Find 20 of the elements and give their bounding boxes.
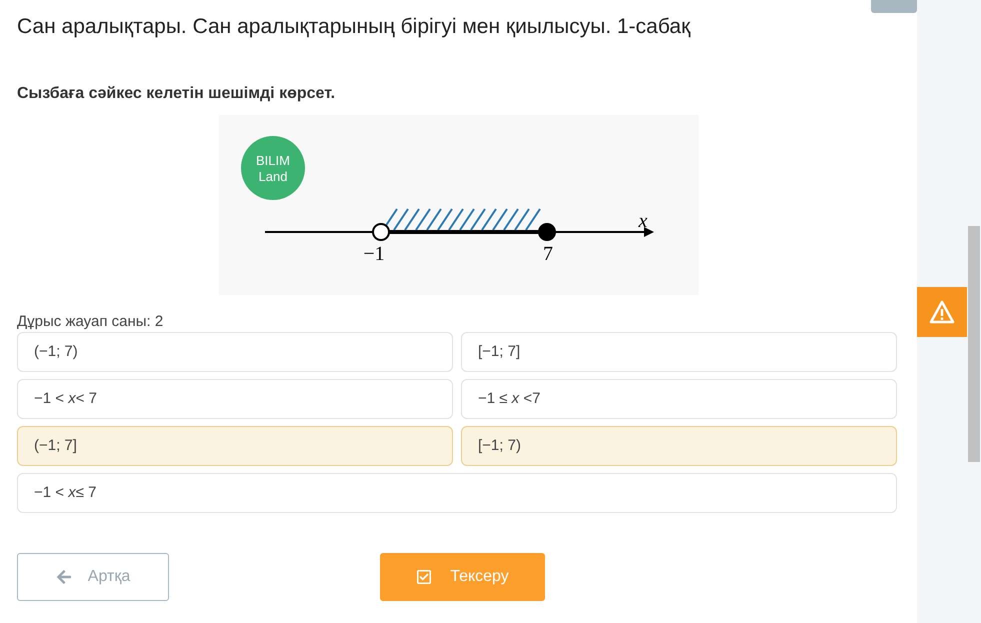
axis-label: x: [638, 210, 647, 232]
logo: BILIM Land: [240, 136, 304, 200]
answer-option[interactable]: [−1; 7): [461, 426, 897, 466]
answer-option[interactable]: −1 < x≤ 7: [17, 473, 897, 513]
tick-label: 7: [542, 243, 552, 265]
answer-count: Дұрыс жауап саны: 2: [17, 313, 164, 331]
tick-label: −1: [362, 243, 384, 265]
answer-option[interactable]: −1 < x< 7: [17, 379, 453, 419]
answer-option[interactable]: (−1; 7]: [17, 426, 453, 466]
lesson-title: Сан аралықтары. Сан аралықтарының бірігуі мен қиылысуы. 1-сабақ: [17, 14, 692, 40]
scrollbar-thumb[interactable]: [968, 226, 980, 462]
question-text: Сызбаға сәйкес келетін шешімді көрсет.: [17, 84, 336, 104]
answer-option[interactable]: (−1; 7): [17, 332, 453, 372]
arrow-left-icon: [56, 569, 72, 585]
warning-icon: [929, 300, 955, 324]
corner-tab[interactable]: [871, 0, 917, 13]
answer-option[interactable]: [−1; 7]: [461, 332, 897, 372]
answer-option[interactable]: −1 ≤ x <7: [461, 379, 897, 419]
checkbox-icon: [416, 569, 432, 585]
warning-button[interactable]: [917, 287, 967, 337]
